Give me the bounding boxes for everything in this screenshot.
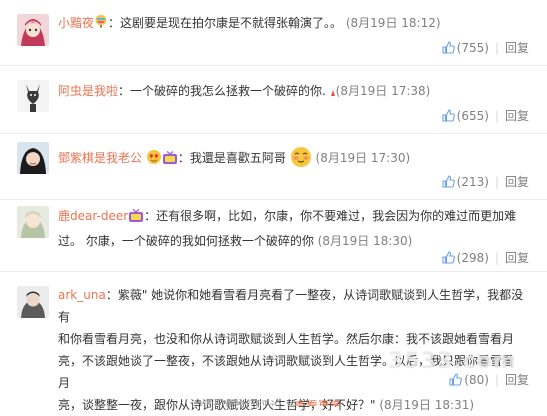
tv-badge-icon	[162, 150, 178, 172]
site-watermark: 3533.com	[388, 349, 517, 374]
thumbs-up-icon	[442, 251, 455, 268]
like-button[interactable]: (80)	[449, 373, 489, 387]
comment-username[interactable]: 阿虫是我啦	[58, 84, 118, 98]
comment-content: 过。 尔康，一个破碎的我如何拯救一个破碎的你	[58, 234, 314, 248]
like-count: (655)	[456, 109, 489, 123]
like-count: (80)	[464, 373, 489, 387]
user-avatar[interactable]	[17, 142, 49, 174]
heart-emoji-icon	[146, 149, 162, 172]
tv-badge-icon	[128, 208, 144, 230]
blush-emoji-icon	[290, 146, 312, 175]
comment-actions: (213) | 回复	[442, 174, 529, 190]
comments-footer: 以上为热门评论， 查看更多	[0, 396, 547, 406]
comment-item: 小黯夜 ：这剧要是现在拍尔康是不就得张翰演了。。 (8月19日 18:12) (7…	[0, 0, 547, 66]
thumbs-up-icon	[442, 109, 455, 126]
comment-time: (8月19日 17:30)	[315, 151, 411, 165]
thumbs-up-icon	[442, 175, 455, 192]
thumbs-up-icon	[449, 373, 463, 390]
separator: |	[494, 175, 499, 189]
user-avatar[interactable]	[17, 80, 49, 112]
comment-text: 鹿dear-deer ：还有很多啊，比如，尔康，你不要难过，我会因为你的难过而更加…	[58, 205, 525, 252]
comment-time: (8月19日 18:12)	[345, 16, 441, 30]
reply-button[interactable]: 回复	[505, 251, 529, 265]
comment-item: 鄧紫棋是我老公 ：我還是喜歡五阿哥 (8月19日 17:30) (213) | 回复	[0, 134, 547, 200]
reply-button[interactable]: 回复	[505, 175, 529, 189]
like-button[interactable]: (298)	[442, 251, 489, 265]
balloon-badge-icon	[94, 14, 108, 37]
comment-actions: (80) | 回复	[449, 372, 529, 388]
view-more-link[interactable]: 查看更多	[294, 396, 342, 406]
comment-text: 鄧紫棋是我老公 ：我還是喜歡五阿哥 (8月19日 17:30)	[58, 146, 525, 175]
comment-content: ：这剧要是现在拍尔康是不就得张翰演了。。	[108, 16, 343, 30]
like-count: (213)	[456, 175, 489, 189]
comment-actions: (655) | 回复	[442, 108, 529, 124]
thumbs-up-icon	[442, 41, 455, 58]
reply-button[interactable]: 回复	[505, 109, 529, 123]
comment-text: 小黯夜 ：这剧要是现在拍尔康是不就得张翰演了。。 (8月19日 18:12)	[58, 12, 525, 37]
like-count: (755)	[456, 41, 489, 55]
user-avatar[interactable]	[17, 14, 49, 46]
comment-actions: (298) | 回复	[442, 250, 529, 266]
separator: |	[494, 373, 499, 387]
comment-username[interactable]: 鄧紫棋是我老公	[58, 151, 142, 165]
like-button[interactable]: (213)	[442, 175, 489, 189]
hot-comments-note: 以上为热门评论，	[198, 399, 295, 406]
comment-time: (8月19日 17:38)	[335, 84, 431, 98]
comment-item: 鹿dear-deer ：还有很多啊，比如，尔康，你不要难过，我会因为你的难过而更加…	[0, 200, 547, 272]
user-avatar[interactable]	[17, 206, 49, 238]
reply-button[interactable]: 回复	[505, 41, 529, 55]
comment-content: ：紫薇" 她说你和她看雪看月亮看了一整夜，从诗词歌赋谈到人生哲学，我都没有	[58, 288, 524, 324]
separator: |	[494, 109, 499, 123]
comment-item: ark_una：紫薇" 她说你和她看雪看月亮看了一整夜，从诗词歌赋谈到人生哲学，…	[0, 272, 547, 412]
like-button[interactable]: (755)	[442, 41, 489, 55]
comment-username[interactable]: 小黯夜	[58, 16, 94, 30]
user-avatar[interactable]	[17, 286, 49, 318]
comment-username[interactable]: ark_una	[58, 288, 106, 302]
comment-username[interactable]: 鹿dear-deer	[58, 209, 128, 223]
separator: |	[494, 41, 499, 55]
separator: |	[494, 251, 499, 265]
comment-content: ：还有很多啊，比如，尔康，你不要难过，我会因为你的难过而更加难	[144, 209, 517, 223]
comment-item: 阿虫是我啦：一个破碎的我怎么拯救一个破碎的你. (8月19日 17:38) (6…	[0, 66, 547, 134]
comment-actions: (755) | 回复	[442, 40, 529, 56]
comment-content: ：一个破碎的我怎么拯救一个破碎的你.	[118, 84, 326, 98]
reply-button[interactable]: 回复	[505, 373, 529, 387]
comment-text: 阿虫是我啦：一个破碎的我怎么拯救一个破碎的你. (8月19日 17:38)	[58, 80, 525, 105]
comment-content: 和你看雪看月亮，也没和你从诗词歌赋谈到人生哲学。然后尔康：我不该跟她看雪看月	[58, 332, 515, 346]
comment-time: (8月19日 18:30)	[317, 234, 413, 248]
like-count: (298)	[456, 251, 489, 265]
comment-content: ：我還是喜歡五阿哥	[177, 151, 286, 165]
like-button[interactable]: (655)	[442, 109, 489, 123]
